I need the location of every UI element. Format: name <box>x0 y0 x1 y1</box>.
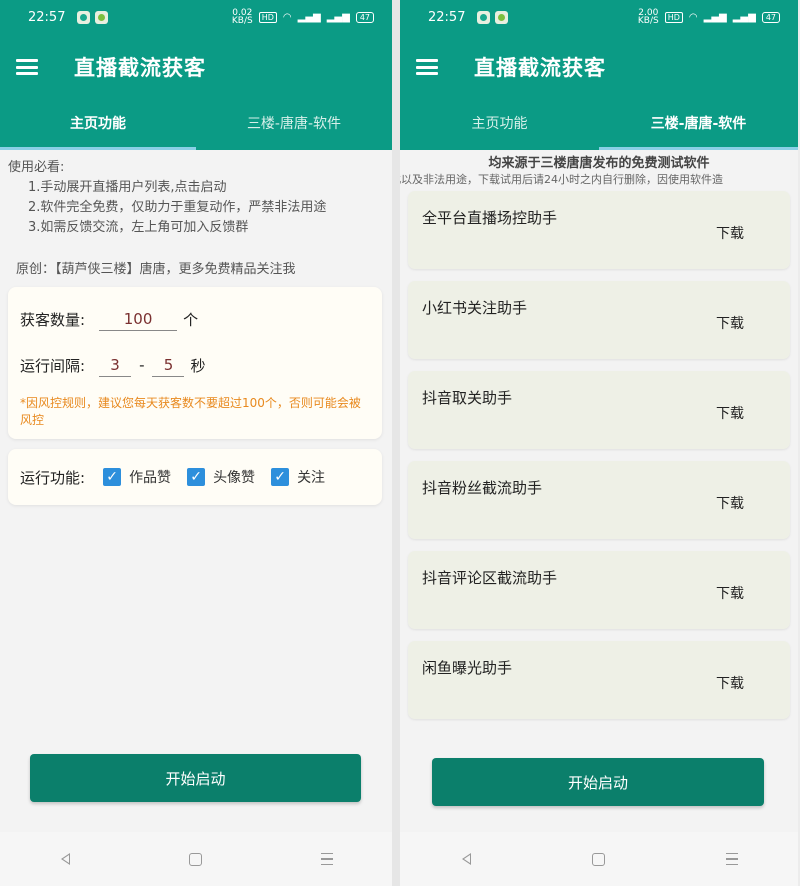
wifi-icon: ◠ <box>688 11 698 23</box>
signal-icon-2: ▂▄▆ <box>732 11 756 23</box>
checkbox-label: 作品赞 <box>129 470 172 486</box>
app-bar: 直播截流获客 <box>400 34 798 100</box>
tab-bar: 主页功能 三楼-唐唐-软件 <box>0 100 392 150</box>
checkbox-label: 关注 <box>297 470 326 486</box>
battery-icon: 47 <box>355 11 374 23</box>
count-row: 获客数量: 100 个 <box>20 299 370 339</box>
app-notification-icon <box>95 10 109 24</box>
tab-software[interactable]: 三楼-唐唐-软件 <box>599 100 798 150</box>
screen-divider <box>392 0 400 886</box>
tab-bar: 主页功能 三楼-唐唐-软件 <box>400 100 798 150</box>
software-name: 抖音粉丝截流助手 <box>422 479 543 497</box>
system-nav-bar <box>400 832 798 886</box>
checkbox-like-works[interactable]: ✓ <box>103 468 122 486</box>
count-unit: 个 <box>183 310 199 329</box>
interval-min-input[interactable]: 3 <box>99 354 132 377</box>
software-disclaimer: 北以及非法用途，下载试用后请24小时之内自行删除，因使用软件造 <box>400 173 723 186</box>
tab-indicator <box>599 147 798 150</box>
wifi-icon: ◠ <box>282 11 292 23</box>
interval-row: 运行间隔: 3 - 5 秒 <box>20 345 370 385</box>
download-button[interactable]: 下载 <box>716 493 744 513</box>
app-notification-icon <box>495 10 509 24</box>
menu-icon[interactable] <box>416 59 438 75</box>
app-title: 直播截流获客 <box>74 56 206 80</box>
shield-icon <box>477 10 491 24</box>
interval-max-input[interactable]: 5 <box>152 354 185 377</box>
menu-icon[interactable] <box>16 59 38 75</box>
tab-home[interactable]: 主页功能 <box>0 100 196 150</box>
software-name: 抖音取关助手 <box>422 389 513 407</box>
hd-icon: HD <box>258 11 277 23</box>
app-title: 直播截流获客 <box>474 56 606 80</box>
shield-icon <box>77 10 91 24</box>
software-item: 全平台直播场控助手 下载 <box>408 191 790 269</box>
home-screen: 22:57 0.02 KB/S HD ◠ ▂▄▆ ▂▄▆ 47 直播截流获客 主… <box>0 0 392 886</box>
recents-icon[interactable] <box>319 851 335 867</box>
interval-unit: 秒 <box>190 356 206 375</box>
software-list: 全平台直播场控助手 下载 小红书关注助手 下载 抖音取关助手 下载 抖音粉丝截流… <box>400 187 798 719</box>
software-item: 闲鱼曝光助手 下载 <box>408 641 790 719</box>
functions-card: 运行功能: ✓ 作品赞 ✓ 头像赞 ✓ 关注 <box>8 449 382 505</box>
software-name: 小红书关注助手 <box>422 299 528 317</box>
start-button[interactable]: 开始启动 <box>30 754 361 802</box>
battery-icon: 47 <box>761 11 780 23</box>
credit-text: 原创：【葫芦侠三楼】唐唐，更多免费精品关注我 <box>16 262 296 277</box>
start-button[interactable]: 开始启动 <box>432 758 764 806</box>
software-screen: 22:57 2.00 KB/S HD ◠ ▂▄▆ ▂▄▆ 47 直播截流获客 主… <box>400 0 798 886</box>
usage-notes: 使用必看: 1.手动展开直播用户列表,点击启动 2.软件完全免费，仅助力于重复动… <box>0 150 392 238</box>
functions-label: 运行功能: <box>20 468 86 487</box>
tab-home[interactable]: 主页功能 <box>400 100 599 150</box>
note-item: 1.手动展开直播用户列表,点击启动 <box>28 180 227 195</box>
note-item: 2.软件完全免费，仅助力于重复动作，严禁非法用途 <box>28 200 327 215</box>
software-item: 小红书关注助手 下载 <box>408 281 790 359</box>
app-bar: 直播截流获客 <box>0 34 392 100</box>
interval-separator: - <box>139 356 145 374</box>
back-icon[interactable] <box>57 851 73 867</box>
system-nav-bar <box>0 832 392 886</box>
download-button[interactable]: 下载 <box>716 313 744 333</box>
checkbox-like-avatar[interactable]: ✓ <box>187 468 206 486</box>
back-icon[interactable] <box>458 851 474 867</box>
status-bar: 22:57 2.00 KB/S HD ◠ ▂▄▆ ▂▄▆ 47 <box>400 0 798 34</box>
notes-heading: 使用必看: <box>8 160 65 175</box>
status-time: 22:57 <box>428 9 466 25</box>
software-heading: 均来源于三楼唐唐发布的免费测试软件 <box>488 156 710 171</box>
download-button[interactable]: 下载 <box>716 673 744 693</box>
home-icon[interactable] <box>188 851 204 867</box>
count-label: 获客数量: <box>20 310 86 329</box>
signal-icon: ▂▄▆ <box>297 11 321 23</box>
signal-icon: ▂▄▆ <box>703 11 727 23</box>
software-name: 全平台直播场控助手 <box>422 209 558 227</box>
tab-indicator <box>0 147 196 150</box>
recents-icon[interactable] <box>724 851 740 867</box>
software-name: 抖音评论区截流助手 <box>422 569 558 587</box>
software-item: 抖音取关助手 下载 <box>408 371 790 449</box>
risk-warning: *因风控规则，建议您每天获客数不要超过100个，否则可能会被风控 <box>20 396 361 427</box>
status-bar: 22:57 0.02 KB/S HD ◠ ▂▄▆ ▂▄▆ 47 <box>0 0 392 34</box>
software-item: 抖音粉丝截流助手 下载 <box>408 461 790 539</box>
home-icon[interactable] <box>591 851 607 867</box>
download-button[interactable]: 下载 <box>716 403 744 423</box>
tab-software[interactable]: 三楼-唐唐-软件 <box>196 100 392 150</box>
software-item: 抖音评论区截流助手 下载 <box>408 551 790 629</box>
network-speed: 0.02 KB/S <box>231 8 253 26</box>
checkbox-follow[interactable]: ✓ <box>271 468 290 486</box>
signal-icon-2: ▂▄▆ <box>326 11 350 23</box>
checkbox-label: 头像赞 <box>213 470 256 486</box>
count-input[interactable]: 100 <box>99 308 178 331</box>
settings-card: 获客数量: 100 个 运行间隔: 3 - 5 秒 *因风控规则，建议您每天获客… <box>8 287 382 439</box>
hd-icon: HD <box>664 11 683 23</box>
network-speed: 2.00 KB/S <box>637 8 659 26</box>
software-name: 闲鱼曝光助手 <box>422 659 513 677</box>
download-button[interactable]: 下载 <box>716 583 744 603</box>
download-button[interactable]: 下载 <box>716 223 744 243</box>
status-time: 22:57 <box>28 9 66 25</box>
note-item: 3.如需反馈交流，左上角可加入反馈群 <box>28 220 249 235</box>
interval-label: 运行间隔: <box>20 356 86 375</box>
